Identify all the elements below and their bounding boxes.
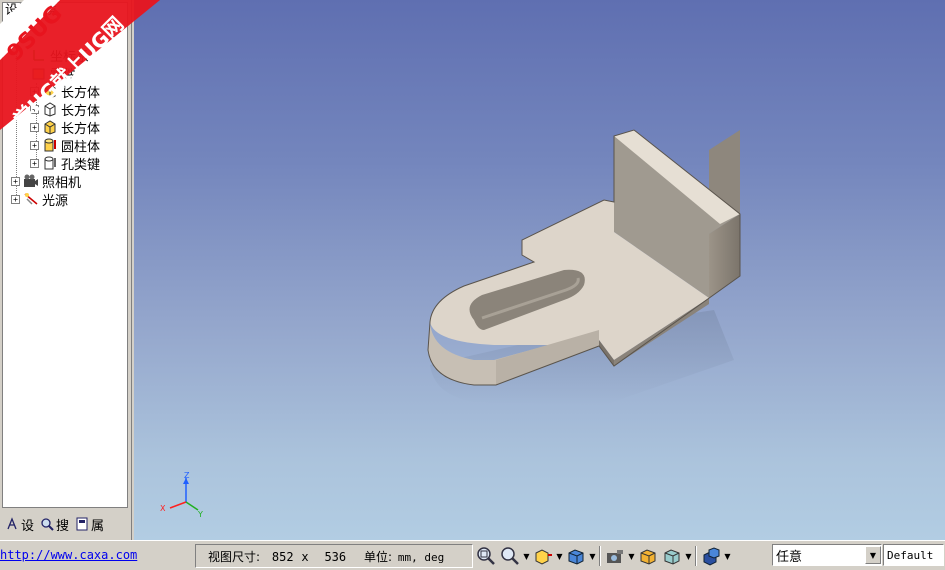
tree-item-hole[interactable]: + 孔类键	[30, 154, 101, 173]
tree-item-light[interactable]: + 光源	[11, 190, 69, 209]
camera-snapshot-icon	[607, 550, 623, 563]
tree-item-label: 孔类键	[61, 157, 101, 173]
camera-snapshot-button[interactable]	[603, 544, 627, 568]
view-toolbar: ▼ ▼ ▼ ▼ ▼ ▼	[474, 543, 732, 569]
front-view-icon	[568, 549, 584, 565]
tree-item-label: 零件	[50, 67, 77, 83]
view-orient-dropdown[interactable]: ▼	[555, 544, 564, 568]
tab-label: 属	[91, 518, 105, 534]
expand-toggle[interactable]: +	[30, 158, 39, 168]
tree-item-cylinder[interactable]: + 圆柱体	[30, 136, 101, 155]
unit-value: mm, deg	[397, 551, 445, 564]
view-size-label: 视图尺寸:	[208, 550, 261, 564]
expand-toggle[interactable]: +	[30, 86, 39, 96]
3d-viewport[interactable]: Z X Y	[134, 0, 945, 540]
expand-toggle[interactable]: +	[11, 176, 20, 186]
cuboid-feature-icon	[42, 119, 58, 135]
part-icon	[31, 65, 47, 81]
zoom-dropdown[interactable]: ▼	[522, 544, 531, 568]
view-orientation-value: 任意	[776, 549, 803, 565]
coordinate-icon	[31, 47, 47, 63]
shaded-icon	[640, 549, 656, 565]
status-bar: http://www.caxa.com 视图尺寸: 852 x 536 单位: …	[0, 540, 945, 570]
design-tree-panel: 设计环境 坐标系 零件 + 长方体 + 长方体 + 长方体 + 圆柱体 + 孔类…	[0, 0, 132, 540]
expand-toggle[interactable]: +	[11, 194, 20, 204]
chevron-down-icon[interactable]: ▼	[865, 546, 881, 564]
axis-x-label: X	[160, 504, 166, 513]
axis-triad: Z X Y	[160, 471, 203, 519]
tree-root-label: 设计环境	[5, 2, 58, 18]
tree-item-coordinate[interactable]: 坐标系	[31, 46, 90, 65]
shading-dropdown[interactable]: ▼	[684, 544, 693, 568]
style-value: Default	[887, 548, 934, 562]
tab-properties[interactable]: 属	[73, 513, 106, 535]
zoom-button[interactable]	[498, 544, 522, 568]
view-size-x: x	[301, 550, 309, 564]
wireframe-button[interactable]	[660, 544, 684, 568]
part-model[interactable]	[134, 0, 945, 540]
tree-item-label: 长方体	[61, 121, 101, 137]
view-size-readout: 视图尺寸: 852 x 536 单位: mm, deg	[208, 548, 444, 565]
tree-item-label: 坐标系	[50, 49, 90, 65]
zoom-icon	[501, 547, 519, 565]
style-select[interactable]: Default	[883, 544, 944, 566]
tree-item-label: 照相机	[42, 175, 82, 191]
light-icon	[23, 191, 39, 207]
camera-icon	[23, 173, 39, 189]
tree-item-cuboid-1[interactable]: + 长方体	[30, 82, 101, 101]
front-view-dropdown[interactable]: ▼	[588, 544, 597, 568]
zoom-fit-icon	[477, 547, 495, 565]
cuboid-feature-icon	[42, 101, 58, 117]
tree-item-cuboid-2[interactable]: + 长方体	[30, 100, 101, 119]
tree-root[interactable]: 设计环境	[5, 2, 58, 18]
tab-label: 设	[21, 518, 35, 534]
search-icon	[40, 517, 54, 531]
tab-design[interactable]: 设	[3, 513, 36, 535]
axis-y-label: Y	[197, 510, 203, 519]
tab-search[interactable]: 搜	[38, 513, 71, 535]
cuboid-feature-icon	[42, 83, 58, 99]
view-orient-button[interactable]	[531, 544, 555, 568]
cylinder-feature-icon	[42, 137, 58, 153]
axis-z-label: Z	[184, 471, 190, 480]
view-width: 852	[271, 550, 294, 564]
render-mode-button[interactable]	[699, 544, 723, 568]
toolbar-separator	[599, 546, 601, 566]
tree-item-cuboid-3[interactable]: + 长方体	[30, 118, 101, 137]
panel-tabs: 设 搜 属	[0, 510, 131, 538]
shaded-button[interactable]	[636, 544, 660, 568]
tree-item-label: 圆柱体	[61, 139, 101, 155]
view-height: 536	[324, 550, 347, 564]
render-mode-icon	[703, 547, 720, 566]
expand-toggle[interactable]: +	[30, 122, 39, 132]
render-mode-dropdown[interactable]: ▼	[723, 544, 732, 568]
properties-icon	[75, 517, 89, 531]
caxa-website-link[interactable]: http://www.caxa.com	[0, 548, 137, 562]
expand-toggle[interactable]: +	[30, 104, 39, 114]
zoom-fit-button[interactable]	[474, 544, 498, 568]
toolbar-separator	[695, 546, 697, 566]
unit-label: 单位:	[363, 550, 393, 564]
tree-item-label: 光源	[42, 193, 69, 209]
front-view-button[interactable]	[564, 544, 588, 568]
view-orient-icon	[535, 549, 552, 565]
tree-item-part[interactable]: 零件	[31, 64, 77, 83]
camera-dropdown[interactable]: ▼	[627, 544, 636, 568]
design-tree[interactable]: 设计环境 坐标系 零件 + 长方体 + 长方体 + 长方体 + 圆柱体 + 孔类…	[2, 2, 128, 508]
tree-item-label: 长方体	[61, 103, 101, 119]
tree-item-camera[interactable]: + 照相机	[11, 172, 82, 191]
expand-toggle[interactable]: +	[30, 140, 39, 150]
tab-label: 搜	[56, 518, 70, 534]
view-orientation-select[interactable]: 任意 ▼	[772, 544, 882, 566]
design-tree-icon	[5, 517, 19, 531]
hole-feature-icon	[42, 155, 58, 171]
tree-item-label: 长方体	[61, 85, 101, 101]
wireframe-icon	[664, 549, 680, 565]
